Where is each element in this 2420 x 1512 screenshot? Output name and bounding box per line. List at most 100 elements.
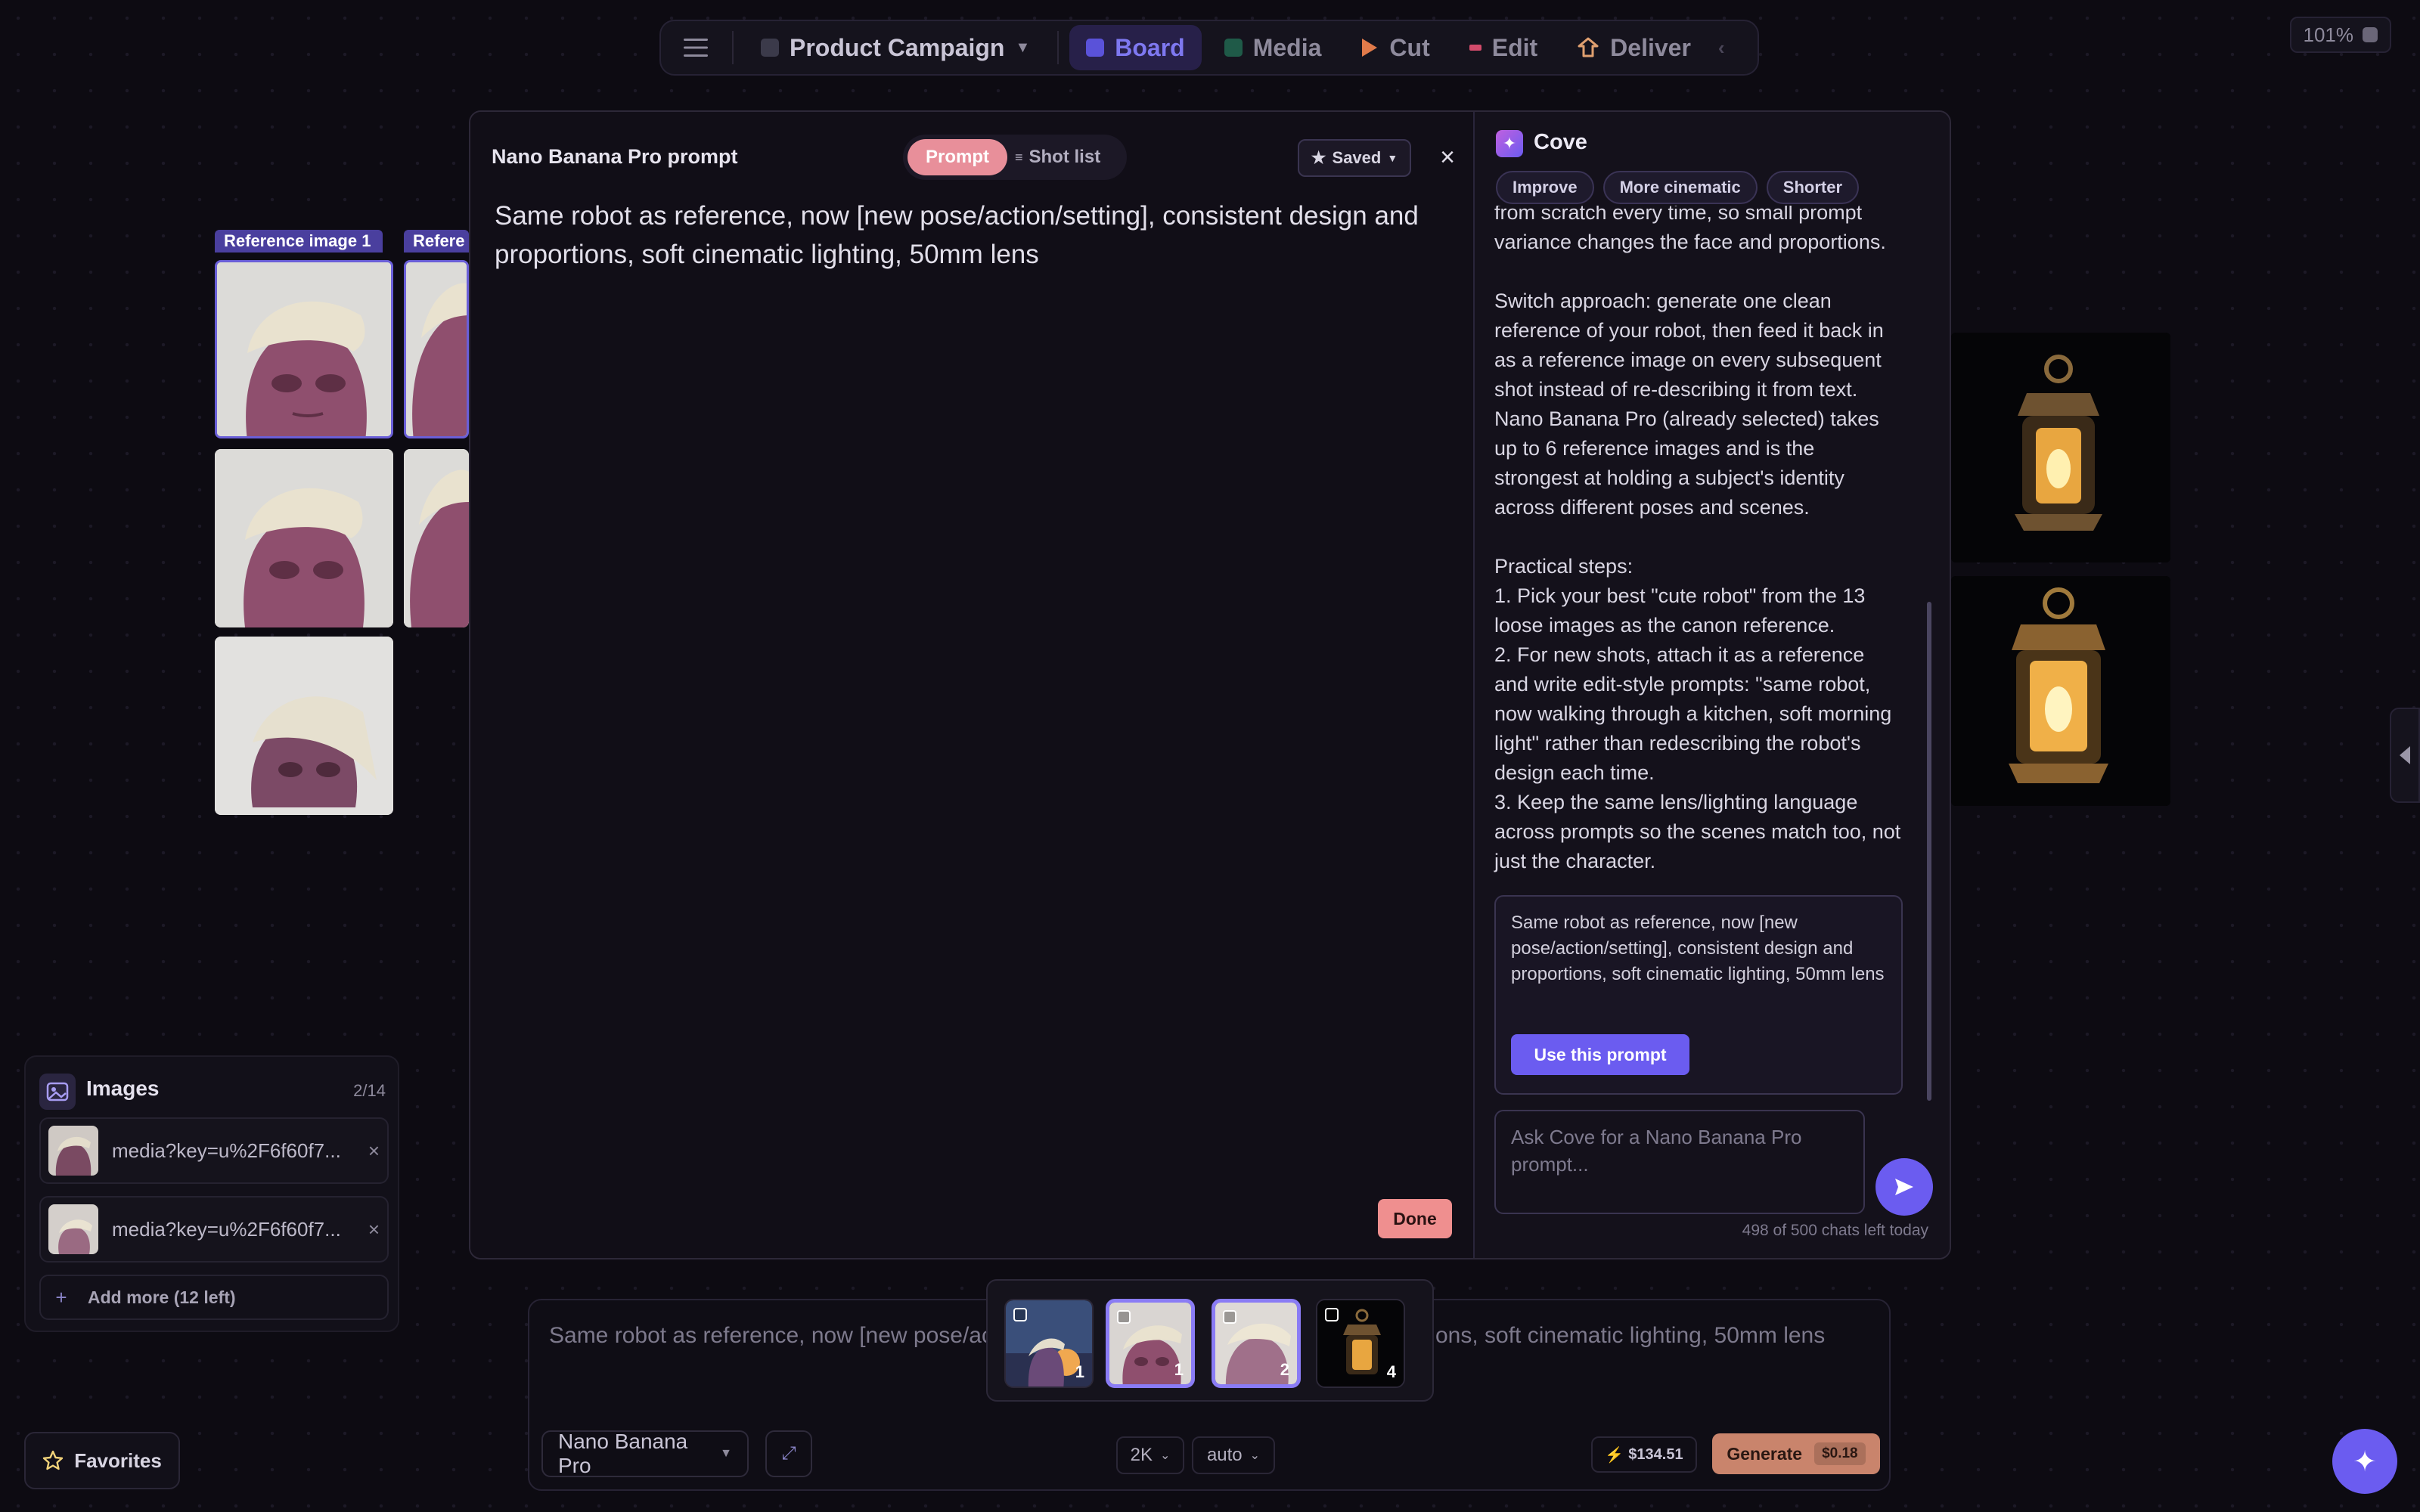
prompt-textarea[interactable]: Same robot as reference, now [new pose/a… [495,197,1447,274]
select-checkbox[interactable] [1117,1310,1131,1324]
chat-input-placeholder: Ask Cove for a Nano Banana Pro prompt... [1511,1126,1802,1176]
star-icon [42,1450,64,1470]
board-icon [1086,39,1105,57]
character-image [217,262,391,436]
assistant-message: from scratch every time, so small prompt… [1494,206,1901,872]
prompt-input-right[interactable]: ons, soft cinematic lighting, 50mm lens [1435,1323,1825,1349]
aspect-value: auto [1206,1445,1243,1465]
send-button[interactable] [1876,1158,1933,1216]
assistant-launcher-button[interactable]: ✦ [2332,1429,2397,1494]
tab-cut-label: Cut [1389,33,1430,61]
saved-dropdown[interactable]: ★ Saved ▼ [1298,139,1411,177]
menu-button[interactable] [670,25,721,70]
cove-title: Cove [1534,130,1587,154]
suggested-prompt-text: Same robot as reference, now [new pose/a… [1511,912,1885,984]
model-selector[interactable]: Nano Banana Pro ▼ [541,1430,749,1477]
done-button[interactable]: Done [1378,1199,1452,1238]
thumbnail[interactable]: 1 [1106,1299,1195,1388]
nav-collapse-button[interactable]: ‹ [1714,25,1730,70]
thumbnail-index: 2 [1280,1360,1289,1379]
select-checkbox[interactable] [1223,1310,1236,1324]
play-icon [1362,39,1378,57]
remove-image-button[interactable]: × [368,1139,380,1163]
tab-shot-list[interactable]: ≡ Shot list [1015,147,1100,168]
add-more-label: Add more (12 left) [88,1287,236,1307]
tab-cut[interactable]: Cut [1344,25,1446,70]
thumbnail-index: 4 [1386,1362,1396,1381]
zoom-indicator[interactable]: 101% [2289,17,2391,53]
expand-icon[interactable]: ⤢ [765,1430,812,1477]
chevron-down-icon: ▼ [1015,39,1031,56]
generate-button[interactable]: Generate $0.18 [1712,1433,1880,1474]
reference-thumbnail-strip: 1 1 2 4 [986,1279,1434,1402]
deliver-icon [1578,37,1599,57]
project-name: Product Campaign [790,33,1005,61]
sparkle-icon: ✦ [1496,130,1523,157]
image-thumbnail [48,1204,98,1254]
plus-icon: + [55,1285,67,1309]
lantern-image [1951,576,2170,806]
thumbnail-index: 1 [1075,1362,1084,1381]
prompt-editor-modal: Nano Banana Pro prompt Prompt ≡ Shot lis… [469,110,1951,1259]
character-image [404,449,469,627]
reference-tag: Reference image 1 [215,230,383,253]
image-icon [39,1074,76,1110]
chat-scroll-area: from scratch every time, so small prompt… [1473,206,1950,999]
image-list-item[interactable]: media?key=u%2F6f60f7... × [39,1117,389,1184]
thumbnail[interactable]: 4 [1316,1299,1405,1388]
resolution-selector[interactable]: 2K ⌄ [1116,1436,1184,1474]
board-image[interactable] [215,637,393,815]
chevron-left-icon: ‹ [1717,36,1725,59]
tab-prompt[interactable]: Prompt [908,139,1007,175]
favorites-button[interactable]: Favorites [24,1432,180,1489]
resolution-value: 2K [1130,1445,1153,1465]
images-panel-title: Images [86,1077,160,1100]
select-checkbox[interactable] [1013,1308,1027,1321]
hamburger-icon [684,39,708,57]
tab-board[interactable]: Board [1069,25,1202,70]
image-thumbnail [48,1126,98,1176]
prompt-mode-toggle: Prompt ≡ Shot list [903,135,1127,180]
model-name: Nano Banana Pro [558,1430,688,1477]
prompt-input-left[interactable]: Same robot as reference, now [new pose/a… [549,1323,993,1349]
cove-chat-input[interactable]: Ask Cove for a Nano Banana Pro prompt... [1494,1110,1865,1214]
tab-edit-label: Edit [1491,33,1538,61]
list-icon: ≡ [1015,149,1023,165]
saved-label: Saved [1332,148,1382,167]
board-image[interactable] [1951,333,2170,562]
credits-value: $134.51 [1628,1445,1683,1463]
side-panel-toggle[interactable] [2390,708,2420,803]
select-checkbox[interactable] [1325,1308,1339,1321]
more-cinematic-chip[interactable]: More cinematic [1602,171,1758,204]
remove-image-button[interactable]: × [368,1218,380,1241]
board-image[interactable] [404,449,469,627]
tab-media[interactable]: Media [1208,25,1339,70]
reference-image[interactable] [404,260,469,438]
tab-edit[interactable]: Edit [1453,25,1554,70]
close-button[interactable]: × [1431,139,1464,175]
thumbnail[interactable]: 1 [1004,1299,1094,1388]
board-image[interactable] [1951,576,2170,806]
send-icon [1895,1179,1913,1195]
project-switcher[interactable]: Product Campaign ▼ [744,25,1047,70]
image-list-item[interactable]: media?key=u%2F6f60f7... × [39,1196,389,1263]
thumbnail[interactable]: 2 [1212,1299,1301,1388]
add-more-images-button[interactable]: + Add more (12 left) [39,1275,389,1320]
media-icon [1224,39,1243,57]
improve-chip[interactable]: Improve [1496,171,1594,204]
reference-image[interactable] [215,260,393,438]
chevron-down-icon: ⌄ [1159,1449,1171,1462]
shorter-chip[interactable]: Shorter [1766,171,1860,204]
aspect-selector[interactable]: auto ⌄ [1192,1436,1275,1474]
generate-cost: $0.18 [1814,1442,1866,1465]
use-this-prompt-button[interactable]: Use this prompt [1511,1034,1689,1075]
character-image [406,262,467,436]
tab-deliver[interactable]: Deliver [1560,25,1708,70]
images-count: 2/14 [353,1081,386,1100]
board-image[interactable] [215,449,393,627]
credits-balance: ⚡ $134.51 [1591,1436,1697,1473]
nav-divider [732,31,734,64]
sparkle-icon: ✦ [2353,1445,2377,1478]
lantern-image [1951,333,2170,562]
tab-media-label: Media [1252,33,1322,61]
